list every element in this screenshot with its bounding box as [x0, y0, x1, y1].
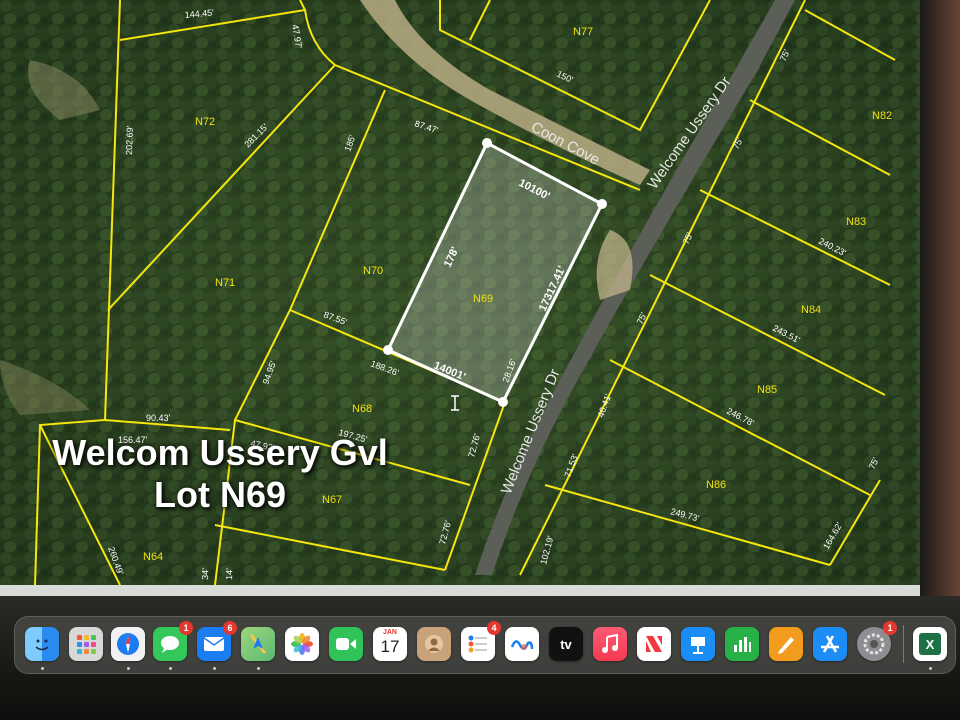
dim-label: 14' [224, 568, 234, 580]
monitor-screen: Coon Cove Welcome Ussery Dr Welcome Usse… [0, 0, 960, 640]
launchpad-icon[interactable] [69, 627, 103, 661]
maps-icon[interactable] [241, 627, 275, 661]
mail-icon[interactable]: 6 [197, 621, 237, 661]
macos-dock: 1 6 JAN 17 4 tv 1 X [14, 616, 956, 674]
running-indicator [169, 667, 172, 670]
numbers-icon[interactable] [725, 627, 759, 661]
lot-label-n71: N71 [215, 277, 235, 289]
overlay-title: Welcom Ussery Gvl Lot N69 [20, 432, 420, 516]
dock-divider [903, 625, 904, 663]
monitor-bezel [920, 0, 960, 640]
settings-badge: 1 [883, 621, 897, 635]
excel-icon[interactable]: X [913, 627, 947, 661]
lot-label-n68: N68 [352, 403, 372, 415]
photos-icon[interactable] [285, 627, 319, 661]
pages-icon[interactable] [769, 627, 803, 661]
facetime-icon[interactable] [329, 627, 363, 661]
mail-badge: 6 [223, 621, 237, 635]
lot-label-n69: N69 [473, 293, 493, 305]
system-settings-icon[interactable]: 1 [857, 621, 897, 661]
dim-label: 202.69' [124, 125, 135, 155]
overlay-title-line1: Welcom Ussery Gvl [52, 432, 388, 473]
lot-label-n72: N72 [195, 116, 215, 128]
lot-label-n86: N86 [706, 479, 726, 491]
running-indicator [127, 667, 130, 670]
music-icon[interactable] [593, 627, 627, 661]
calendar-month: JAN [382, 629, 397, 636]
vertex-handle[interactable] [482, 138, 492, 148]
contacts-icon[interactable] [417, 627, 451, 661]
finder-icon[interactable] [25, 627, 59, 661]
running-indicator [929, 667, 932, 670]
calendar-day: 17 [380, 637, 400, 656]
vertex-handle[interactable] [597, 199, 607, 209]
freeform-icon[interactable] [505, 627, 539, 661]
overlay-title-line2: Lot N69 [153, 474, 286, 515]
running-indicator [213, 667, 216, 670]
running-indicator [257, 667, 260, 670]
lot-label-n85: N85 [757, 384, 777, 396]
lot-label-n77: N77 [573, 26, 593, 38]
vertex-handle[interactable] [383, 345, 393, 355]
calendar-icon[interactable]: JAN 17 [373, 627, 407, 661]
messages-icon[interactable]: 1 [153, 621, 193, 661]
excel-label: X [925, 636, 935, 652]
reminders-icon[interactable]: 4 [461, 621, 501, 661]
dim-label: 90.43' [146, 413, 171, 423]
messages-badge: 1 [179, 621, 193, 635]
apple-tv-icon[interactable]: tv [549, 627, 583, 661]
apple-tv-label: tv [560, 636, 572, 652]
vertex-handle[interactable] [498, 397, 508, 407]
news-icon[interactable] [637, 627, 671, 661]
lot-label-n64: N64 [143, 551, 163, 563]
lot-label-n84: N84 [801, 304, 821, 316]
dim-label: 34' [200, 568, 210, 580]
keynote-icon[interactable] [681, 627, 715, 661]
app-store-icon[interactable] [813, 627, 847, 661]
lot-label-n70: N70 [363, 265, 383, 277]
lot-label-n83: N83 [846, 216, 866, 228]
running-indicator [41, 667, 44, 670]
lot-label-n82: N82 [872, 110, 892, 122]
reminders-badge: 4 [487, 621, 501, 635]
safari-icon[interactable] [111, 627, 145, 661]
